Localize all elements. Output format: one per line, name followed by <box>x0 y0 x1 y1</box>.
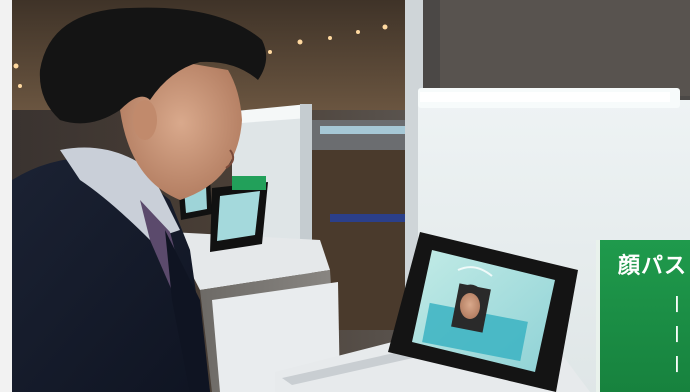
sign-mark: | <box>674 323 680 342</box>
sign-mark: | <box>674 293 680 312</box>
sign-vertical-marks: | | | <box>674 288 690 378</box>
sign-text: 顔パス <box>618 254 688 279</box>
sign-mark: | <box>674 353 680 372</box>
photo-frame: 顔パス | | | <box>0 0 690 392</box>
kiosk-photo <box>0 0 690 392</box>
face-pass-sign: 顔パス | | | <box>596 240 690 392</box>
